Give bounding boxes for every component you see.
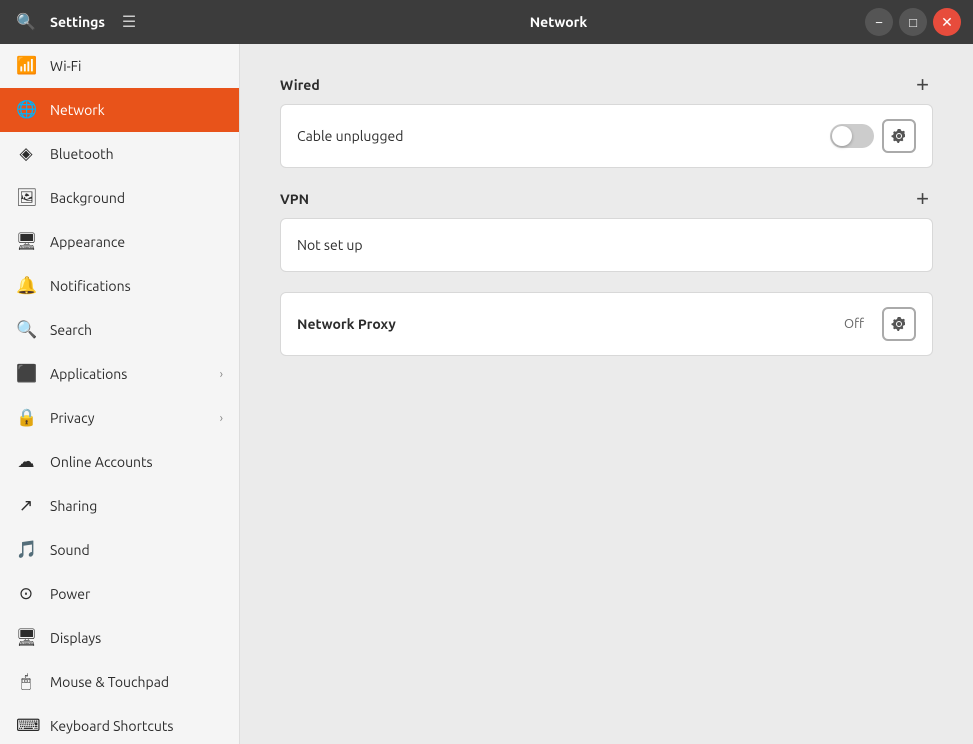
- applications-chevron: ›: [220, 368, 223, 381]
- sidebar-item-label: Keyboard Shortcuts: [50, 718, 223, 734]
- notifications-icon: 🔔: [16, 276, 36, 296]
- sidebar-item-label: Online Accounts: [50, 454, 223, 470]
- sidebar-item-background[interactable]: 🖼 Background: [0, 176, 239, 220]
- sidebar-item-keyboard-shortcuts[interactable]: ⌨ Keyboard Shortcuts: [0, 704, 239, 744]
- wired-settings-button[interactable]: [882, 119, 916, 153]
- sidebar-item-power[interactable]: ⊙ Power: [0, 572, 239, 616]
- power-icon: ⊙: [16, 584, 36, 604]
- sidebar-item-label: Sound: [50, 542, 223, 558]
- page-title: Network: [530, 14, 588, 30]
- titlebar-right: − □ ✕: [865, 8, 961, 36]
- online-accounts-icon: ☁: [16, 452, 36, 472]
- proxy-settings-button[interactable]: [882, 307, 916, 341]
- sidebar-item-wifi[interactable]: 📶 Wi-Fi: [0, 44, 239, 88]
- sidebar-item-applications[interactable]: ⬛ Applications ›: [0, 352, 239, 396]
- vpn-section: VPN + Not set up: [280, 188, 933, 272]
- gear-icon: [891, 128, 907, 144]
- network-icon: 🌐: [16, 100, 36, 120]
- sidebar-item-label: Mouse & Touchpad: [50, 674, 223, 690]
- search-nav-icon: 🔍: [16, 320, 36, 340]
- sidebar-item-label: Bluetooth: [50, 146, 223, 162]
- wired-section: Wired + Cable unplugged: [280, 74, 933, 168]
- displays-icon: 🖥: [16, 628, 36, 648]
- sidebar-item-online-accounts[interactable]: ☁ Online Accounts: [0, 440, 239, 484]
- wired-cable-row: Cable unplugged: [281, 105, 932, 167]
- search-button[interactable]: 🔍: [12, 8, 40, 36]
- sidebar-item-label: Privacy: [50, 410, 206, 426]
- sidebar-item-label: Sharing: [50, 498, 223, 514]
- app-title: Settings: [50, 14, 105, 30]
- applications-icon: ⬛: [16, 364, 36, 384]
- sidebar-item-network[interactable]: 🌐 Network: [0, 88, 239, 132]
- sidebar: 📶 Wi-Fi 🌐 Network ◈ Bluetooth 🖼 Backgrou…: [0, 44, 240, 744]
- mouse-icon: 🖱: [16, 672, 36, 692]
- proxy-label: Network Proxy: [297, 316, 844, 332]
- vpn-card: Not set up: [280, 218, 933, 272]
- bluetooth-icon: ◈: [16, 144, 36, 164]
- menu-button[interactable]: ☰: [115, 8, 143, 36]
- main-layout: 📶 Wi-Fi 🌐 Network ◈ Bluetooth 🖼 Backgrou…: [0, 44, 973, 744]
- proxy-status: Off: [844, 317, 864, 331]
- sidebar-item-sharing[interactable]: ↗ Sharing: [0, 484, 239, 528]
- sidebar-item-label: Applications: [50, 366, 206, 382]
- wired-title: Wired: [280, 77, 320, 93]
- sidebar-item-sound[interactable]: 🎵 Sound: [0, 528, 239, 572]
- sidebar-item-notifications[interactable]: 🔔 Notifications: [0, 264, 239, 308]
- sidebar-item-label: Wi-Fi: [50, 58, 223, 74]
- proxy-row: Network Proxy Off: [281, 293, 932, 355]
- keyboard-icon: ⌨: [16, 716, 36, 736]
- sidebar-item-label: Displays: [50, 630, 223, 646]
- sidebar-item-label: Background: [50, 190, 223, 206]
- appearance-icon: 🖥: [16, 232, 36, 252]
- cable-status-label: Cable unplugged: [297, 128, 830, 144]
- wifi-icon: 📶: [16, 56, 36, 76]
- sidebar-item-label: Power: [50, 586, 223, 602]
- content-area: Wired + Cable unplugged: [240, 44, 973, 744]
- wired-add-button[interactable]: +: [912, 74, 933, 96]
- sidebar-item-mouse-touchpad[interactable]: 🖱 Mouse & Touchpad: [0, 660, 239, 704]
- sidebar-item-label: Notifications: [50, 278, 223, 294]
- minimize-button[interactable]: −: [865, 8, 893, 36]
- sidebar-item-bluetooth[interactable]: ◈ Bluetooth: [0, 132, 239, 176]
- wired-card: Cable unplugged: [280, 104, 933, 168]
- sidebar-item-label: Search: [50, 322, 223, 338]
- titlebar: 🔍 Settings ☰ Network − □ ✕: [0, 0, 973, 44]
- wired-section-header: Wired +: [280, 74, 933, 96]
- vpn-not-set-up-label: Not set up: [297, 237, 916, 253]
- sound-icon: 🎵: [16, 540, 36, 560]
- proxy-card: Network Proxy Off: [280, 292, 933, 356]
- sidebar-item-appearance[interactable]: 🖥 Appearance: [0, 220, 239, 264]
- maximize-button[interactable]: □: [899, 8, 927, 36]
- privacy-icon: 🔒: [16, 408, 36, 428]
- sharing-icon: ↗: [16, 496, 36, 516]
- sidebar-item-search[interactable]: 🔍 Search: [0, 308, 239, 352]
- titlebar-center: Network: [252, 13, 865, 31]
- vpn-not-set-up-row: Not set up: [281, 219, 932, 271]
- vpn-title: VPN: [280, 191, 309, 207]
- vpn-section-header: VPN +: [280, 188, 933, 210]
- vpn-add-button[interactable]: +: [912, 188, 933, 210]
- privacy-chevron: ›: [220, 412, 223, 425]
- titlebar-left: 🔍 Settings ☰: [12, 8, 252, 36]
- close-button[interactable]: ✕: [933, 8, 961, 36]
- background-icon: 🖼: [16, 188, 36, 208]
- wired-toggle[interactable]: [830, 124, 874, 148]
- sidebar-item-label: Appearance: [50, 234, 223, 250]
- sidebar-item-displays[interactable]: 🖥 Displays: [0, 616, 239, 660]
- sidebar-item-privacy[interactable]: 🔒 Privacy ›: [0, 396, 239, 440]
- proxy-gear-icon: [891, 316, 907, 332]
- sidebar-item-label: Network: [50, 102, 223, 118]
- proxy-section: Network Proxy Off: [280, 292, 933, 356]
